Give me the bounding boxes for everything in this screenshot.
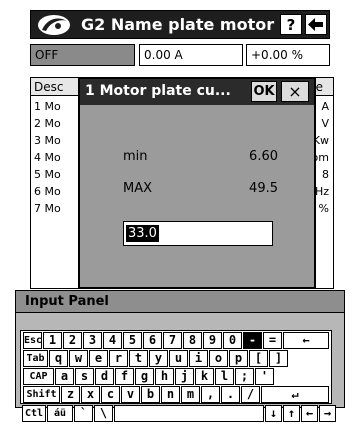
key-slash[interactable]: /	[241, 386, 260, 403]
key-ctrl[interactable]: Ctl	[22, 405, 46, 422]
app-title: G2 Name plate motor	[81, 15, 275, 34]
key-0[interactable]: 0	[223, 332, 242, 349]
soft-keyboard: Esc 1 2 3 4 5 6 7 8 9 0 - = ← Tab q w e …	[20, 330, 332, 404]
min-value: 6.60	[249, 149, 278, 164]
key-5[interactable]: 5	[123, 332, 142, 349]
key-v[interactable]: v	[121, 386, 140, 403]
key-g[interactable]: g	[135, 368, 154, 385]
key-b[interactable]: b	[141, 386, 160, 403]
key-semicolon[interactable]: ;	[235, 368, 254, 385]
key-shift[interactable]: Shift	[23, 386, 60, 403]
key-right-bracket[interactable]: ]	[269, 350, 288, 367]
key-7[interactable]: 7	[163, 332, 182, 349]
key-q[interactable]: q	[49, 350, 68, 367]
key-6[interactable]: 6	[143, 332, 162, 349]
key-equals[interactable]: =	[263, 332, 282, 349]
key-left-bracket[interactable]: [	[249, 350, 268, 367]
title-bar: G2 Name plate motor ?	[30, 10, 330, 39]
key-h[interactable]: h	[155, 368, 174, 385]
value-input-text: 33.0	[126, 225, 159, 242]
key-y[interactable]: y	[149, 350, 168, 367]
key-9[interactable]: 9	[203, 332, 222, 349]
edit-value-dialog: 1 Motor plate cu... OK × min 6.60 MAX 49…	[78, 77, 316, 289]
back-arrow-icon	[308, 18, 323, 31]
percent-readout: +0.00 %	[246, 44, 330, 66]
key-space[interactable]	[114, 405, 264, 422]
max-label: MAX	[123, 181, 153, 196]
key-l[interactable]: l	[215, 368, 234, 385]
help-button[interactable]: ?	[280, 14, 302, 35]
max-value: 49.5	[249, 181, 278, 196]
dialog-title: 1 Motor plate cu...	[85, 83, 231, 99]
key-w[interactable]: w	[69, 350, 88, 367]
input-panel-title: Input Panel	[16, 291, 344, 313]
column-header-desc: Desc	[31, 78, 79, 96]
key-k[interactable]: k	[195, 368, 214, 385]
key-period[interactable]: .	[221, 386, 240, 403]
key-comma[interactable]: ,	[201, 386, 220, 403]
key-esc[interactable]: Esc	[23, 332, 42, 349]
key-arrow-right[interactable]: →	[319, 405, 336, 422]
key-caps[interactable]: CAP	[23, 368, 54, 385]
key-z[interactable]: z	[61, 386, 80, 403]
key-1[interactable]: 1	[43, 332, 62, 349]
key-m[interactable]: m	[181, 386, 200, 403]
key-intl-chars[interactable]: áü	[47, 405, 73, 422]
key-x[interactable]: x	[81, 386, 100, 403]
key-i[interactable]: i	[189, 350, 208, 367]
key-4[interactable]: 4	[103, 332, 122, 349]
key-e[interactable]: e	[89, 350, 108, 367]
key-backtick[interactable]: `	[74, 405, 93, 422]
key-quote[interactable]: '	[255, 368, 274, 385]
key-n[interactable]: n	[161, 386, 180, 403]
key-d[interactable]: d	[95, 368, 114, 385]
drive-state: OFF	[30, 44, 135, 66]
key-r[interactable]: r	[109, 350, 128, 367]
key-3[interactable]: 3	[83, 332, 102, 349]
close-icon: ×	[288, 82, 302, 101]
key-j[interactable]: j	[175, 368, 194, 385]
key-s[interactable]: s	[75, 368, 94, 385]
key-enter[interactable]: ↵	[261, 386, 329, 403]
key-minus[interactable]: -	[243, 332, 262, 349]
key-arrow-down[interactable]: ↓	[265, 405, 282, 422]
current-readout: 0.00 A	[139, 44, 243, 66]
brand-logo-icon	[38, 15, 70, 35]
key-arrow-left[interactable]: ←	[301, 405, 318, 422]
key-8[interactable]: 8	[183, 332, 202, 349]
back-button[interactable]	[305, 14, 327, 35]
key-backspace[interactable]: ←	[283, 332, 329, 349]
value-input[interactable]: 33.0	[123, 221, 273, 246]
ok-button[interactable]: OK	[251, 81, 277, 102]
key-f[interactable]: f	[115, 368, 134, 385]
key-u[interactable]: u	[169, 350, 188, 367]
key-a[interactable]: a	[55, 368, 74, 385]
key-tab[interactable]: Tab	[23, 350, 48, 367]
close-button[interactable]: ×	[281, 81, 309, 102]
key-backslash[interactable]: \	[94, 405, 113, 422]
key-c[interactable]: c	[101, 386, 120, 403]
key-t[interactable]: t	[129, 350, 148, 367]
key-o[interactable]: o	[209, 350, 228, 367]
key-p[interactable]: p	[229, 350, 248, 367]
key-2[interactable]: 2	[63, 332, 82, 349]
key-arrow-up[interactable]: ↑	[283, 405, 300, 422]
min-label: min	[123, 149, 148, 164]
dialog-title-bar: 1 Motor plate cu... OK ×	[80, 79, 314, 105]
